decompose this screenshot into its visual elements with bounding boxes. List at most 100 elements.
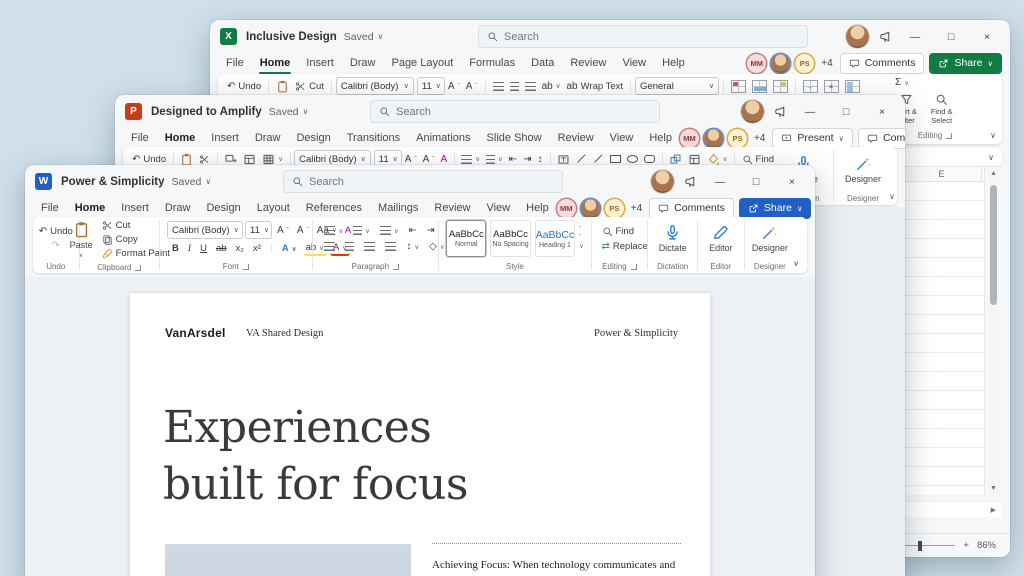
dialog-launcher-icon[interactable] [393,263,400,270]
subscript-button[interactable]: x₂ [233,242,247,255]
tab-references[interactable]: References [298,198,370,218]
tab-formulas[interactable]: Formulas [461,53,523,73]
line-shape-button[interactable] [573,154,590,164]
number-format-select[interactable]: General ∨ [635,77,720,95]
shrink-font-button[interactable]: Aˇ [463,80,481,93]
font-size-select[interactable]: 11 ∨ [416,77,445,95]
feedback-megaphone-button[interactable] [774,105,787,118]
style-gallery-more-button[interactable]: ∨ [579,243,583,250]
line-spacing-button[interactable]: ↕ [535,153,546,166]
format-cells-button[interactable] [842,79,863,94]
scroll-down-icon[interactable]: ▼ [990,485,997,492]
minimize-button[interactable]: — [707,170,733,194]
multilevel-list-button[interactable]: ∨ [377,225,402,236]
align-middle-button[interactable] [507,81,522,92]
orientation-button[interactable]: ab ∨ [539,80,564,93]
dialog-launcher-icon[interactable] [242,263,249,270]
search-box[interactable] [283,170,563,193]
justify-button[interactable] [382,241,399,252]
designer-button[interactable]: Designer [841,154,885,185]
tab-draw[interactable]: Draw [157,198,199,218]
collaborator-avatar[interactable]: MM [679,128,699,148]
format-painter-button[interactable]: Format Paint [99,247,173,260]
undo-button[interactable]: ↶ Undo [224,80,264,93]
ribbon-collapse-chevron[interactable]: ∨ [889,192,895,201]
tab-insert[interactable]: Insert [113,198,157,218]
tab-file[interactable]: File [218,53,252,73]
underline-button[interactable]: U [197,242,210,255]
paste-button[interactable]: Paste ∨ [66,220,97,260]
decrease-indent-button[interactable]: ⇤ [406,224,420,237]
dialog-launcher-icon[interactable] [135,264,142,271]
tab-help[interactable]: Help [641,128,680,148]
find-button[interactable]: Find [599,225,637,238]
ribbon-collapse-chevron[interactable]: ∨ [990,131,996,140]
search-input[interactable] [504,30,799,43]
dialog-launcher-icon[interactable] [630,263,637,270]
insert-cells-button[interactable] [800,79,821,94]
present-button[interactable]: Present ∨ [772,127,854,149]
tab-animations[interactable]: Animations [408,128,478,148]
editor-button[interactable]: Editor [705,223,737,254]
tab-home[interactable]: Home [67,198,114,219]
close-button[interactable]: × [779,170,805,194]
saved-badge[interactable]: Saved ∨ [344,31,384,43]
collaborator-avatar[interactable] [580,198,600,218]
tab-mailings[interactable]: Mailings [370,198,426,218]
collaborator-avatar[interactable]: MM [556,198,576,218]
align-center-button[interactable] [342,241,357,252]
vertical-scrollbar[interactable]: ▲ ▼ [984,167,1002,495]
grow-font-button[interactable]: Aˆ [402,153,420,166]
tab-page-layout[interactable]: Page Layout [383,53,461,73]
find-button[interactable]: Find [739,153,777,166]
tab-view[interactable]: View [478,198,518,218]
rounded-rectangle-shape-button[interactable] [641,154,658,164]
cell-styles-button[interactable] [770,79,791,94]
text-effects-button[interactable]: A ∨ [279,242,300,255]
collaborator-avatar[interactable]: PS [727,128,747,148]
decrease-indent-button[interactable]: ⇤ [506,153,520,166]
wrap-text-button[interactable]: ab Wrap Text [563,80,626,93]
search-box[interactable] [478,25,808,48]
align-top-button[interactable] [490,81,507,92]
bold-button[interactable]: B [169,242,182,255]
clear-formatting-button[interactable]: A [437,153,450,166]
collaborator-avatar[interactable] [703,128,723,148]
rectangle-shape-button[interactable] [607,154,624,164]
tab-review[interactable]: Review [426,198,478,218]
search-input[interactable] [396,105,651,118]
style-card-heading-1[interactable]: AaBbCc Heading 1 [534,220,576,257]
tab-file[interactable]: File [33,198,67,218]
dictate-button[interactable]: Dictate [655,223,691,254]
undo-button[interactable]: ↶ Undo [129,153,169,166]
search-box[interactable] [370,100,660,123]
comments-button[interactable]: Comments [839,52,925,74]
minimize-button[interactable]: — [902,25,928,49]
tab-data[interactable]: Data [523,53,562,73]
numbering-button[interactable]: ∨ [483,154,506,165]
italic-button[interactable]: I [185,243,194,255]
line-shape-button[interactable] [590,154,607,164]
formula-bar-expand-chevron[interactable]: ∨ [988,153,994,162]
tab-draw[interactable]: Draw [247,128,289,148]
increase-indent-button[interactable]: ⇥ [520,153,534,166]
maximize-button[interactable]: □ [743,170,769,194]
user-avatar[interactable] [741,100,764,123]
user-avatar[interactable] [846,25,869,48]
collaborator-overflow[interactable]: +4 [754,133,765,144]
autosum-button[interactable]: Σ ∨ [892,76,912,89]
share-button[interactable]: Share ∨ [929,52,1002,74]
tab-help[interactable]: Help [518,198,557,218]
line-spacing-button[interactable]: ↕ ∨ [403,240,422,253]
style-card-no-spacing[interactable]: AaBbCc No Spacing [490,220,531,257]
align-left-button[interactable] [321,241,338,252]
copy-button[interactable]: Copy [99,233,173,246]
scrollbar-thumb[interactable] [990,185,997,305]
scroll-right-icon[interactable]: ▶ [991,506,996,514]
zoom-level[interactable]: 86% [977,540,996,551]
tab-home[interactable]: Home [252,53,299,74]
designer-button[interactable]: Designer [748,223,792,254]
collaborator-overflow[interactable]: +4 [631,203,642,214]
tab-insert[interactable]: Insert [203,128,247,148]
grow-font-button[interactable]: Aˆ [274,224,292,237]
